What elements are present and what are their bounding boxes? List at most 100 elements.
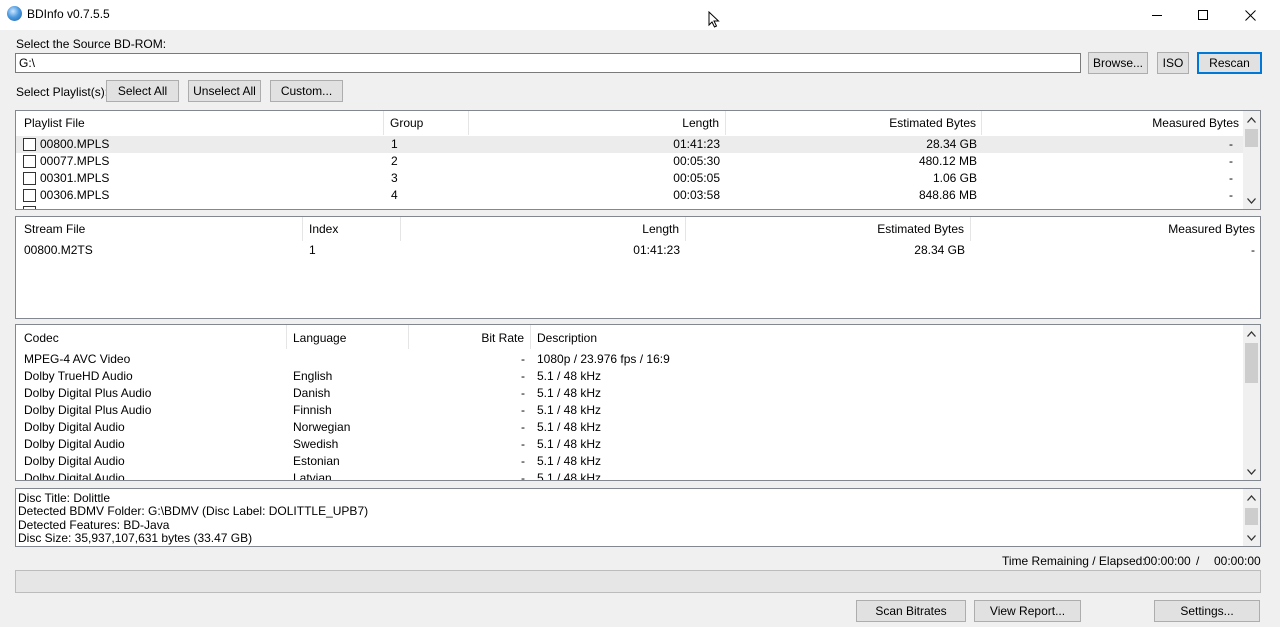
playlist-file: 00301.MPLS [40, 171, 110, 185]
playlist-row[interactable]: 00301.MPLS 3 00:05:05 1.06 GB - [16, 170, 1244, 187]
playlist-estimated-bytes: 28.34 GB [926, 137, 977, 151]
column-header-group[interactable]: Group [384, 111, 469, 135]
source-path-input[interactable] [15, 53, 1081, 73]
playlist-length: 01:41:23 [673, 137, 720, 151]
stream-row[interactable]: 00800.M2TS 1 01:41:23 28.34 GB - [16, 242, 1260, 259]
codec-description: 5.1 / 48 kHz [537, 403, 602, 417]
column-header-language[interactable]: Language [287, 325, 409, 349]
playlist-measured-bytes: - [1229, 171, 1233, 185]
playlist-checkbox[interactable] [23, 206, 36, 209]
disc-info-textbox[interactable]: Disc Title: Dolittle Detected BDMV Folde… [15, 488, 1261, 547]
disc-title-line: Disc Title: Dolittle [18, 491, 111, 505]
scroll-down-icon[interactable] [1243, 192, 1260, 209]
codec-language: Latvian [293, 471, 332, 481]
codec-language: English [293, 369, 333, 383]
playlist-checkbox[interactable] [23, 155, 36, 168]
codec-row-partial[interactable]: Dolby Digital Audio Latvian - 5.1 / 48 k… [16, 470, 1244, 481]
playlist-group: 3 [391, 171, 398, 185]
scroll-up-icon[interactable] [1243, 325, 1260, 342]
column-header-codec[interactable]: Codec [16, 325, 287, 349]
scroll-up-icon[interactable] [1243, 111, 1260, 128]
codec-language: Norwegian [293, 420, 351, 434]
disc-info-scrollbar[interactable] [1243, 489, 1260, 546]
codec-row[interactable]: Dolby Digital Audio Swedish - 5.1 / 48 k… [16, 436, 1244, 453]
playlist-measured-bytes: - [1229, 137, 1233, 151]
browse-button[interactable]: Browse... [1088, 52, 1148, 74]
playlist-measured-bytes: - [1229, 154, 1233, 168]
codec-description: 5.1 / 48 kHz [537, 386, 602, 400]
codec-row[interactable]: Dolby Digital Audio Estonian - 5.1 / 48 … [16, 453, 1244, 470]
detected-features-line: Detected Features: BD-Java [18, 517, 170, 532]
maximize-button[interactable] [1180, 0, 1226, 30]
column-header-length[interactable]: Length [401, 217, 686, 241]
time-remaining-label: Time Remaining / Elapsed: [1002, 554, 1146, 568]
iso-button[interactable]: ISO [1157, 52, 1189, 74]
settings-button[interactable]: Settings... [1154, 600, 1260, 622]
playlist-measured-bytes: - [1229, 188, 1233, 202]
close-button[interactable] [1227, 0, 1273, 30]
scan-bitrates-button[interactable]: Scan Bitrates [856, 600, 966, 622]
scroll-down-icon[interactable] [1243, 529, 1260, 546]
column-header-stream-file[interactable]: Stream File [16, 217, 303, 241]
codec-row[interactable]: MPEG-4 AVC Video - 1080p / 23.976 fps / … [16, 351, 1244, 368]
codec-name: Dolby Digital Audio [24, 454, 125, 468]
playlist-row[interactable]: 00800.MPLS 1 01:41:23 28.34 GB - [16, 136, 1244, 153]
scroll-down-icon[interactable] [1243, 463, 1260, 480]
column-header-measured-bytes[interactable]: Measured Bytes [971, 217, 1260, 241]
stream-file-list[interactable]: Stream File Index Length Estimated Bytes… [15, 216, 1261, 319]
column-header-estimated-bytes[interactable]: Estimated Bytes [686, 217, 971, 241]
column-header-measured-bytes[interactable]: Measured Bytes [982, 111, 1244, 135]
codec-row[interactable]: Dolby Digital Plus Audio Danish - 5.1 / … [16, 385, 1244, 402]
column-header-description[interactable]: Description [531, 325, 1244, 349]
playlist-row-partial[interactable] [16, 204, 1244, 209]
scroll-thumb[interactable] [1245, 129, 1258, 147]
playlist-length: 00:05:05 [673, 171, 720, 185]
codec-description: 5.1 / 48 kHz [537, 471, 602, 481]
playlist-checkbox[interactable] [23, 189, 36, 202]
column-header-playlist-file[interactable]: Playlist File [16, 111, 384, 135]
codec-name: Dolby Digital Audio [24, 471, 125, 481]
view-report-button[interactable]: View Report... [974, 600, 1081, 622]
column-header-length[interactable]: Length [469, 111, 726, 135]
rescan-button[interactable]: Rescan [1197, 52, 1262, 74]
playlist-scrollbar[interactable] [1243, 111, 1260, 209]
codec-bit-rate: - [521, 437, 525, 451]
playlist-checkbox[interactable] [23, 172, 36, 185]
codec-scrollbar[interactable] [1243, 325, 1260, 480]
playlist-row[interactable]: 00306.MPLS 4 00:03:58 848.86 MB - [16, 187, 1244, 204]
codec-list[interactable]: Codec Language Bit Rate Description MPEG… [15, 324, 1261, 481]
codec-name: Dolby TrueHD Audio [24, 369, 133, 383]
playlist-estimated-bytes: 848.86 MB [918, 188, 977, 202]
codec-name: Dolby Digital Plus Audio [24, 386, 152, 400]
codec-language: Danish [293, 386, 331, 400]
playlist-list[interactable]: Playlist File Group Length Estimated Byt… [15, 110, 1261, 210]
column-header-index[interactable]: Index [303, 217, 401, 241]
codec-description: 1080p / 23.976 fps / 16:9 [537, 352, 670, 366]
codec-name: Dolby Digital Plus Audio [24, 403, 152, 417]
scroll-thumb[interactable] [1245, 508, 1258, 525]
disc-info-text: Disc Title: Dolittle Detected BDMV Folde… [18, 491, 368, 546]
codec-row[interactable]: Dolby TrueHD Audio English - 5.1 / 48 kH… [16, 368, 1244, 385]
codec-bit-rate: - [521, 403, 525, 417]
scroll-thumb[interactable] [1245, 343, 1258, 383]
column-header-bit-rate[interactable]: Bit Rate [409, 325, 531, 349]
unselect-all-button[interactable]: Unselect All [188, 80, 261, 102]
scan-progress-bar [15, 570, 1261, 593]
close-icon [1244, 9, 1256, 21]
playlist-checkbox[interactable] [23, 138, 36, 151]
playlist-row[interactable]: 00077.MPLS 2 00:05:30 480.12 MB - [16, 153, 1244, 170]
stream-file: 00800.M2TS [24, 243, 93, 257]
codec-row[interactable]: Dolby Digital Audio Norwegian - 5.1 / 48… [16, 419, 1244, 436]
minimize-button[interactable] [1134, 0, 1180, 30]
mouse-cursor-icon [708, 11, 720, 28]
playlist-group: 2 [391, 154, 398, 168]
custom-button[interactable]: Custom... [270, 80, 343, 102]
codec-row[interactable]: Dolby Digital Plus Audio Finnish - 5.1 /… [16, 402, 1244, 419]
codec-bit-rate: - [521, 352, 525, 366]
codec-name: Dolby Digital Audio [24, 437, 125, 451]
codec-description: 5.1 / 48 kHz [537, 454, 602, 468]
codec-name: Dolby Digital Audio [24, 420, 125, 434]
select-all-button[interactable]: Select All [106, 80, 179, 102]
column-header-estimated-bytes[interactable]: Estimated Bytes [726, 111, 982, 135]
scroll-up-icon[interactable] [1243, 489, 1260, 506]
